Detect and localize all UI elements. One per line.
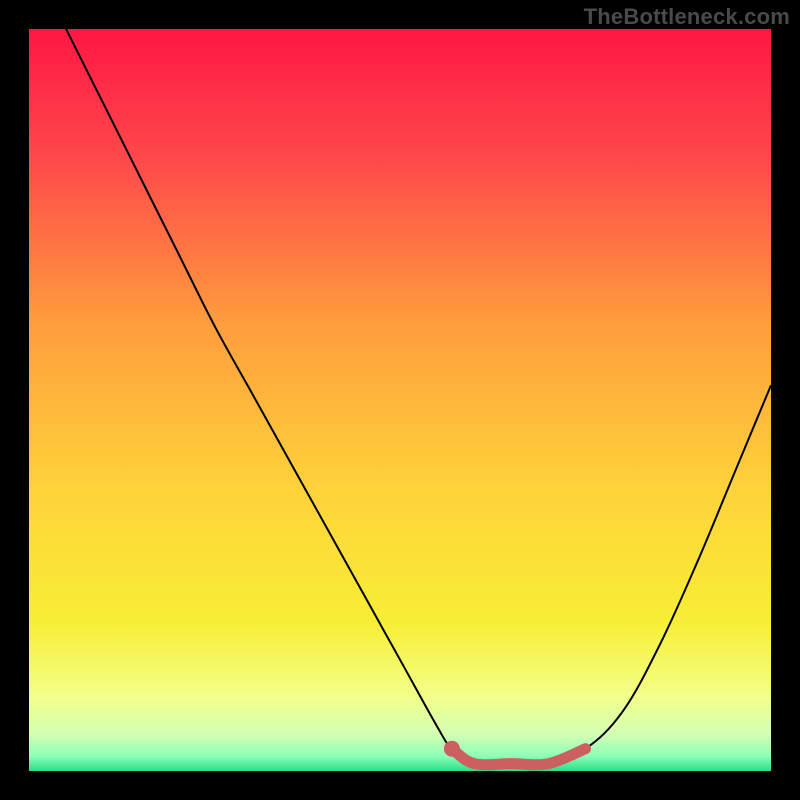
chart-svg <box>29 29 771 771</box>
plot-area <box>29 29 771 771</box>
chart-frame: TheBottleneck.com <box>0 0 800 800</box>
watermark-text: TheBottleneck.com <box>584 4 790 30</box>
